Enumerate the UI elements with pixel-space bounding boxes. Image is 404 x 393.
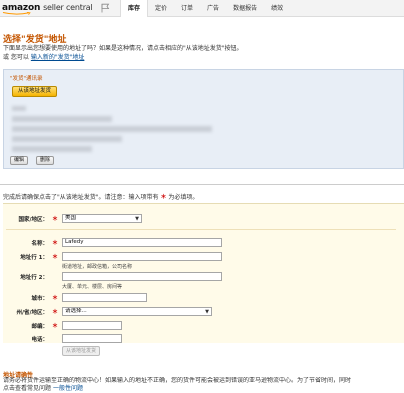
intro-line-2: 或 您可以 输入新的"发货"地址 [3, 53, 243, 62]
address-line-2-input[interactable] [62, 272, 222, 281]
state-select-value: 请选择... [65, 308, 87, 314]
section-divider [0, 184, 404, 185]
ship-from-new-address-button[interactable]: 从该地址发货 [62, 346, 101, 356]
logo-rest: seller central [43, 3, 93, 12]
phone-label: 电话： [31, 337, 48, 343]
nav-item-inventory[interactable]: 库存 [120, 0, 149, 17]
footer-link-prefix: 点击查看常见问题 [3, 385, 52, 392]
top-navigation-bar: amazon seller central 库存 定价 订单 广告 数据报告 绩… [0, 0, 404, 17]
address-line-1-label: 地址行 1： [20, 255, 48, 261]
chevron-down-icon: ▼ [135, 216, 139, 222]
notice-suffix: 为必填项。 [168, 194, 199, 201]
address-line-2-hint: 大厦、单元、楼层、房间等 [62, 284, 123, 290]
name-input[interactable]: Lafedy [62, 238, 222, 247]
city-input[interactable] [62, 293, 147, 302]
notice-star: ＊ [160, 194, 167, 201]
address-line-2-label: 地址行 2： [20, 275, 48, 281]
flag-icon[interactable] [100, 3, 110, 13]
state-required-mark: ＊ [52, 309, 59, 316]
edit-address-button[interactable]: 编辑 [10, 156, 29, 165]
delete-address-button[interactable]: 删除 [36, 156, 55, 165]
faq-link[interactable]: 一般性问题 [53, 385, 83, 392]
intro-line-2-prefix: 或 您可以 [3, 54, 29, 61]
zip-label: 邮编： [31, 324, 48, 330]
main-nav: 库存 定价 订单 广告 数据报告 绩效 [120, 0, 290, 17]
amazon-smile-icon [2, 12, 31, 15]
country-required-mark: ＊ [52, 216, 59, 223]
country-label: 国家/地区： [18, 217, 48, 223]
state-select[interactable]: 请选择... ▼ [62, 307, 212, 316]
saved-address-panel: "发货"通讯录 从该地址发货 [3, 69, 404, 169]
name-required-mark: ＊ [52, 240, 59, 247]
address-line-1-required-mark: ＊ [52, 254, 59, 261]
intro-line-1: 下面显示出您想要使用的地址了吗？如果是这种情况，请点击相应的"从该地址发货"按钮… [3, 45, 243, 52]
city-required-mark: ＊ [52, 295, 59, 302]
address-book-label: "发货"通讯录 [10, 76, 43, 82]
city-label: 城市： [31, 296, 48, 302]
country-select-value: 美国 [65, 215, 77, 221]
nav-item-advertising[interactable]: 广告 [200, 0, 226, 17]
nav-item-reports[interactable]: 数据报告 [226, 0, 264, 17]
footer-text: 请务必将货件运输至正确的物流中心！如果输入的地址不正确，您的货件可能会被运到错误… [3, 377, 403, 393]
state-label: 州/省/地区： [16, 310, 48, 316]
nav-item-orders[interactable]: 订单 [174, 0, 200, 17]
country-select[interactable]: 美国 ▼ [62, 214, 142, 223]
ship-from-this-address-button[interactable]: 从该地址发货 [12, 86, 58, 97]
name-label: 名称： [31, 241, 48, 247]
intro-text: 下面显示出您想要使用的地址了吗？如果是这种情况，请点击相应的"从该地址发货"按钮… [3, 44, 243, 62]
address-line-1-hint: 街道地址，邮政信箱，公司名称 [62, 264, 133, 270]
address-line-1-input[interactable] [62, 252, 222, 261]
nav-item-pricing[interactable]: 定价 [148, 0, 174, 17]
footer-text-line: 请务必将货件运输至正确的物流中心！如果输入的地址不正确，您的货件可能会被运到错误… [3, 377, 352, 384]
chevron-down-icon: ▼ [205, 309, 209, 315]
phone-input[interactable] [62, 334, 122, 343]
new-ship-from-address-link[interactable]: 输入新的"发货"地址 [31, 54, 85, 61]
form-separator [6, 229, 396, 230]
nav-item-performance[interactable]: 绩效 [264, 0, 290, 17]
zip-input[interactable] [62, 321, 122, 330]
notice-prefix: 完成后请确保点击了"从该地址发货"。请注意：输入项带有 [3, 194, 159, 201]
required-fields-notice: 完成后请确保点击了"从该地址发货"。请注意：输入项带有 ＊ 为必填项。 [3, 192, 198, 201]
zip-required-mark: ＊ [52, 323, 59, 330]
